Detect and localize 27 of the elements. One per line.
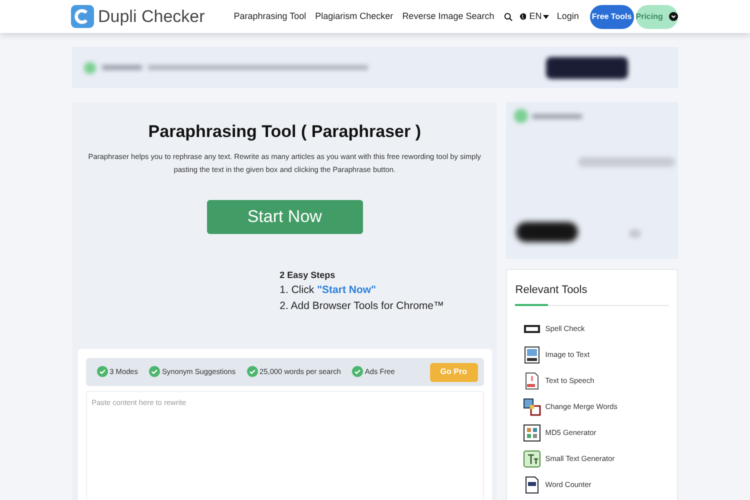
document-icon	[523, 476, 542, 494]
logo-text[interactable]: Dupli Checker	[98, 4, 205, 30]
caret-icon	[542, 14, 549, 18]
merge-icon	[523, 398, 542, 416]
nav-link[interactable]: Paraphrasing Tool	[234, 10, 306, 24]
nav-link[interactable]: Plagiarism Checker	[315, 10, 394, 24]
logo-icon	[71, 5, 94, 28]
login-link[interactable]: Login	[556, 10, 579, 24]
search-icon[interactable]	[504, 10, 513, 22]
text-size-icon	[523, 450, 542, 468]
nav-link[interactable]: Reverse Image Search	[402, 10, 494, 24]
step-text: 1. Click	[280, 283, 314, 298]
check-icon	[96, 366, 108, 378]
page-title: Paraphrasing Tool ( Paraphraser )	[148, 121, 421, 143]
language-dropdown[interactable]: EN	[529, 10, 549, 24]
free-tools-button[interactable]: Free Tools	[590, 4, 634, 28]
relevant-tools-heading: Relevant Tools	[515, 283, 588, 298]
image-icon	[523, 346, 542, 364]
check-icon	[352, 366, 363, 378]
chevron-icon	[668, 12, 678, 21]
check-icon	[149, 366, 160, 378]
steps-heading: 2 Easy Steps	[280, 268, 336, 282]
step-text: 2. Add Browser Tools for Chrome™	[280, 299, 444, 314]
file-icon	[523, 372, 542, 390]
check-icon	[246, 366, 258, 378]
start-now-link[interactable]: "Start Now"	[317, 283, 376, 298]
qr-code-icon	[523, 424, 542, 442]
